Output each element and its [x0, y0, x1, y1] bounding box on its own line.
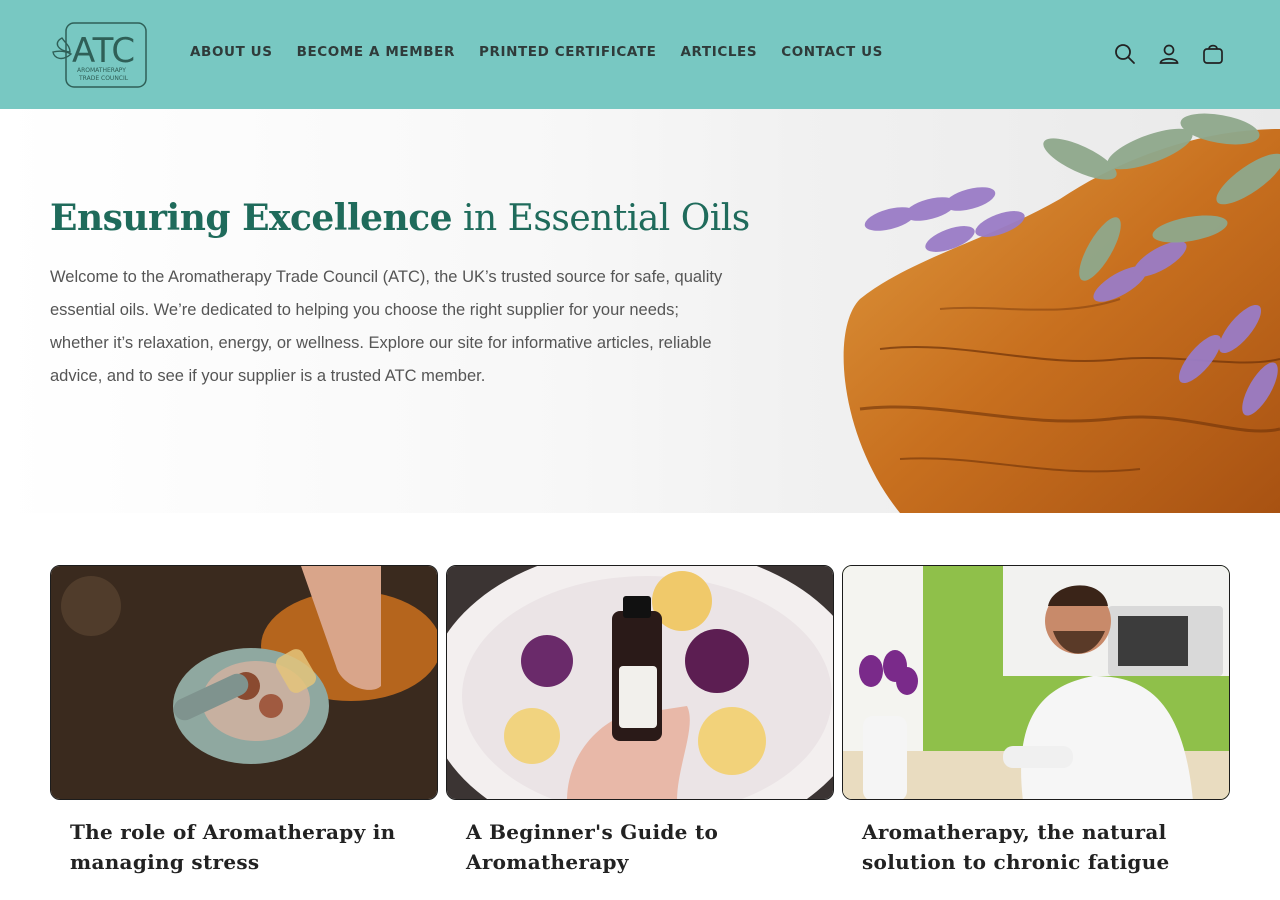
atc-logo[interactable]: ATC AROMATHERAPY TRADE COUNCIL [52, 22, 148, 88]
article-link[interactable]: The role of Aromatherapy in managing str… [70, 820, 396, 874]
svg-text:ATC: ATC [72, 31, 135, 71]
nav-articles[interactable]: ARTICLES [680, 44, 757, 60]
article-card[interactable]: The role of Aromatherapy in managing str… [50, 565, 438, 877]
cart-icon[interactable] [1202, 40, 1224, 68]
article-card[interactable]: A Beginner's Guide to Aromatherapy [446, 565, 834, 877]
article-title[interactable]: Aromatherapy, the natural solution to ch… [842, 817, 1230, 877]
leaf-icon [52, 37, 73, 60]
nav-printed-certificate[interactable]: PRINTED CERTIFICATE [479, 44, 656, 60]
hero-heading-bold: Ensuring Excellence [50, 197, 453, 239]
nav-contact-us[interactable]: CONTACT US [781, 44, 883, 60]
svg-text:AROMATHERAPY: AROMATHERAPY [77, 67, 126, 74]
hero-heading-light: in Essential Oils [452, 198, 750, 239]
article-title[interactable]: A Beginner's Guide to Aromatherapy [446, 817, 834, 877]
site-header: ATC AROMATHERAPY TRADE COUNCIL ABOUT US … [0, 0, 1280, 109]
article-image[interactable] [50, 565, 438, 800]
header-actions [1114, 40, 1224, 68]
nav-become-a-member[interactable]: BECOME A MEMBER [297, 44, 455, 60]
article-image[interactable] [446, 565, 834, 800]
hero-description: Welcome to the Aromatherapy Trade Counci… [50, 268, 723, 385]
article-link[interactable]: Aromatherapy, the natural solution to ch… [862, 820, 1170, 874]
hero-image [843, 113, 1280, 513]
article-card[interactable]: Aromatherapy, the natural solution to ch… [842, 565, 1230, 877]
search-icon[interactable] [1114, 40, 1136, 68]
article-image[interactable] [842, 565, 1230, 800]
nav-about-us[interactable]: ABOUT US [190, 44, 273, 60]
main-nav: ABOUT US BECOME A MEMBER PRINTED CERTIFI… [190, 44, 907, 60]
account-icon[interactable] [1158, 40, 1180, 68]
article-title[interactable]: The role of Aromatherapy in managing str… [50, 817, 438, 877]
article-list: The role of Aromatherapy in managing str… [50, 565, 1230, 877]
hero-heading: Ensuring Excellence in Essential Oils [50, 197, 750, 239]
svg-text:TRADE COUNCIL: TRADE COUNCIL [78, 75, 129, 82]
article-link[interactable]: A Beginner's Guide to Aromatherapy [466, 820, 718, 874]
hero-banner: Ensuring Excellence in Essential Oils We… [0, 109, 1280, 513]
